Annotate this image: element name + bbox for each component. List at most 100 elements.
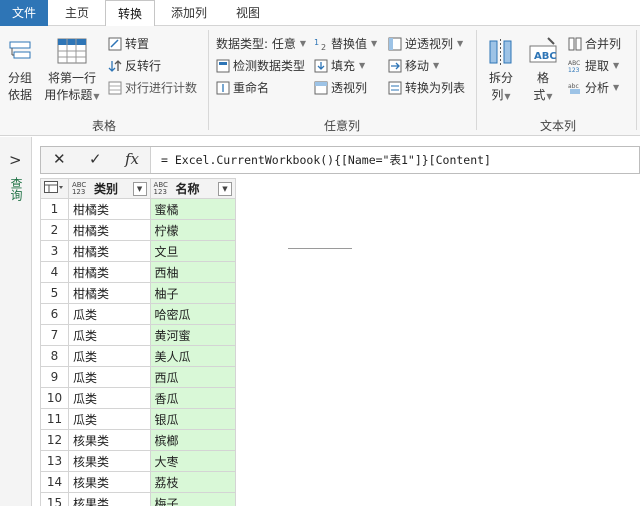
table-row[interactable]: 10 瓜类 香瓜 xyxy=(40,387,237,409)
pivot-column-button[interactable]: 透视列 xyxy=(314,79,367,96)
replace-values-button[interactable]: 12 替换值 ▼ xyxy=(314,35,377,52)
reverse-rows-button[interactable]: 反转行 xyxy=(108,57,161,74)
split-column-button[interactable]: 拆分 列▼ xyxy=(484,36,518,105)
row-number: 14 xyxy=(40,471,69,493)
cell-name[interactable]: 银瓜 xyxy=(149,408,237,430)
tab-add-column[interactable]: 添加列 xyxy=(160,0,218,26)
cell-name[interactable]: 黄河蜜 xyxy=(149,324,237,346)
unpivot-columns-button[interactable]: 逆透视列 ▼ xyxy=(388,35,463,52)
data-type-dropdown[interactable]: 数据类型: 任意 ▼ xyxy=(216,35,306,52)
tab-transform[interactable]: 转换 xyxy=(105,0,155,27)
chevron-down-icon: ▼ xyxy=(433,61,440,70)
cell-category[interactable]: 柑橘类 xyxy=(67,261,151,283)
extract-button[interactable]: ABC 123 提取 ▼ xyxy=(568,57,619,74)
tab-home[interactable]: 主页 xyxy=(54,0,100,26)
table-row[interactable]: 1 柑橘类 蜜橘 xyxy=(40,198,237,220)
table-row[interactable]: 13 核果类 大枣 xyxy=(40,450,237,472)
use-first-row-as-headers-button[interactable]: 将第一行 用作标题▼ xyxy=(42,36,102,105)
cell-name[interactable]: 美人瓜 xyxy=(149,345,237,367)
format-icon: ABC xyxy=(524,36,562,70)
data-type-label: 数据类型: 任意 xyxy=(216,37,296,51)
table-row[interactable]: 14 核果类 荔枝 xyxy=(40,471,237,493)
cell-category[interactable]: 瓜类 xyxy=(67,387,151,409)
table-row[interactable]: 5 柑橘类 柚子 xyxy=(40,282,237,304)
cell-name[interactable]: 蜜橘 xyxy=(149,198,237,220)
table-row[interactable]: 12 核果类 槟榔 xyxy=(40,429,237,451)
chevron-down-icon: ▼ xyxy=(613,61,620,70)
transpose-button[interactable]: 转置 xyxy=(108,35,149,52)
rename-button[interactable]: 重命名 xyxy=(216,79,269,96)
row-number: 13 xyxy=(40,450,69,472)
table-row[interactable]: 11 瓜类 银瓜 xyxy=(40,408,237,430)
cell-name[interactable]: 柠檬 xyxy=(149,219,237,241)
svg-text:ABC: ABC xyxy=(534,51,557,62)
move-button[interactable]: 移动 ▼ xyxy=(388,57,439,74)
table-menu-button[interactable] xyxy=(40,178,69,199)
cell-category[interactable]: 瓜类 xyxy=(67,303,151,325)
column-header-name[interactable]: ABC 123 名称 ▼ xyxy=(149,178,237,199)
column-header-category[interactable]: ABC 123 类别 ▼ xyxy=(67,178,151,199)
table-row[interactable]: 2 柑橘类 柠檬 xyxy=(40,219,237,241)
svg-text:ABC: ABC xyxy=(568,60,580,67)
replace-values-label: 替换值 xyxy=(331,37,368,51)
detect-data-type-button[interactable]: 检测数据类型 xyxy=(216,57,305,74)
cell-category[interactable]: 瓜类 xyxy=(67,408,151,430)
cell-name[interactable]: 柚子 xyxy=(149,282,237,304)
cell-category[interactable]: 瓜类 xyxy=(67,345,151,367)
cell-category[interactable]: 核果类 xyxy=(67,492,151,506)
cell-category[interactable]: 柑橘类 xyxy=(67,240,151,262)
replace-icon: 12 xyxy=(314,37,328,51)
count-rows-button[interactable]: 对行进行计数 xyxy=(108,79,197,96)
table-row[interactable]: 3 柑橘类 文旦 xyxy=(40,240,237,262)
cell-name[interactable]: 西瓜 xyxy=(149,366,237,388)
confirm-icon[interactable]: ✓ xyxy=(89,150,102,168)
cell-name[interactable]: 哈密瓜 xyxy=(149,303,237,325)
group-divider xyxy=(636,30,637,130)
cell-name[interactable]: 槟榔 xyxy=(149,429,237,451)
table-row[interactable]: 7 瓜类 黄河蜜 xyxy=(40,324,237,346)
cell-name[interactable]: 荔枝 xyxy=(149,471,237,493)
parse-button[interactable]: abc 分析 ▼ xyxy=(568,79,619,96)
expand-chevron-icon[interactable]: > xyxy=(9,151,22,169)
cell-name[interactable]: 文旦 xyxy=(149,240,237,262)
format-label-1: 格 xyxy=(536,71,549,85)
pivot-label: 透视列 xyxy=(331,81,368,95)
fill-button[interactable]: 填充 ▼ xyxy=(314,57,365,74)
filter-dropdown-icon[interactable]: ▼ xyxy=(132,181,147,196)
list-icon xyxy=(388,81,402,95)
cell-name[interactable]: 香瓜 xyxy=(149,387,237,409)
fx-icon[interactable]: fx xyxy=(125,150,139,168)
format-button[interactable]: ABC 格 式▼ xyxy=(524,36,562,105)
table-row[interactable]: 15 核果类 梅子 xyxy=(40,492,237,506)
filter-dropdown-icon[interactable]: ▼ xyxy=(218,181,232,196)
reverse-rows-label: 反转行 xyxy=(125,59,162,73)
cell-category[interactable]: 核果类 xyxy=(67,429,151,451)
cell-category[interactable]: 柑橘类 xyxy=(67,219,151,241)
cell-name[interactable]: 梅子 xyxy=(149,492,237,506)
group-by-button[interactable]: 分组 依据 xyxy=(4,36,36,104)
table-row[interactable]: 6 瓜类 哈密瓜 xyxy=(40,303,237,325)
table-row[interactable]: 4 柑橘类 西柚 xyxy=(40,261,237,283)
cell-category[interactable]: 柑橘类 xyxy=(67,198,151,220)
table-row[interactable]: 9 瓜类 西瓜 xyxy=(40,366,237,388)
table-row[interactable]: 8 瓜类 美人瓜 xyxy=(40,345,237,367)
cell-name[interactable]: 西柚 xyxy=(149,261,237,283)
chevron-down-icon: ▼ xyxy=(299,39,307,48)
cell-category[interactable]: 瓜类 xyxy=(67,324,151,346)
fill-down-icon xyxy=(314,59,328,73)
cell-category[interactable]: 核果类 xyxy=(67,471,151,493)
cell-category[interactable]: 核果类 xyxy=(67,450,151,472)
queries-pane-label[interactable]: 查询 xyxy=(8,177,25,201)
svg-text:123: 123 xyxy=(568,67,580,73)
tab-view[interactable]: 视图 xyxy=(226,0,270,26)
convert-to-list-button[interactable]: 转换为列表 xyxy=(388,79,465,96)
cell-category[interactable]: 柑橘类 xyxy=(67,282,151,304)
cancel-icon[interactable]: ✕ xyxy=(53,150,66,168)
merge-columns-button[interactable]: 合并列 xyxy=(568,35,621,52)
cell-category[interactable]: 瓜类 xyxy=(67,366,151,388)
split-label-1: 拆分 xyxy=(488,71,513,85)
chevron-down-icon: ▼ xyxy=(457,39,464,48)
cell-name[interactable]: 大枣 xyxy=(149,450,237,472)
tab-file[interactable]: 文件 xyxy=(0,0,48,26)
formula-input[interactable]: = Excel.CurrentWorkbook(){[Name="表1"]}[C… xyxy=(161,152,491,168)
